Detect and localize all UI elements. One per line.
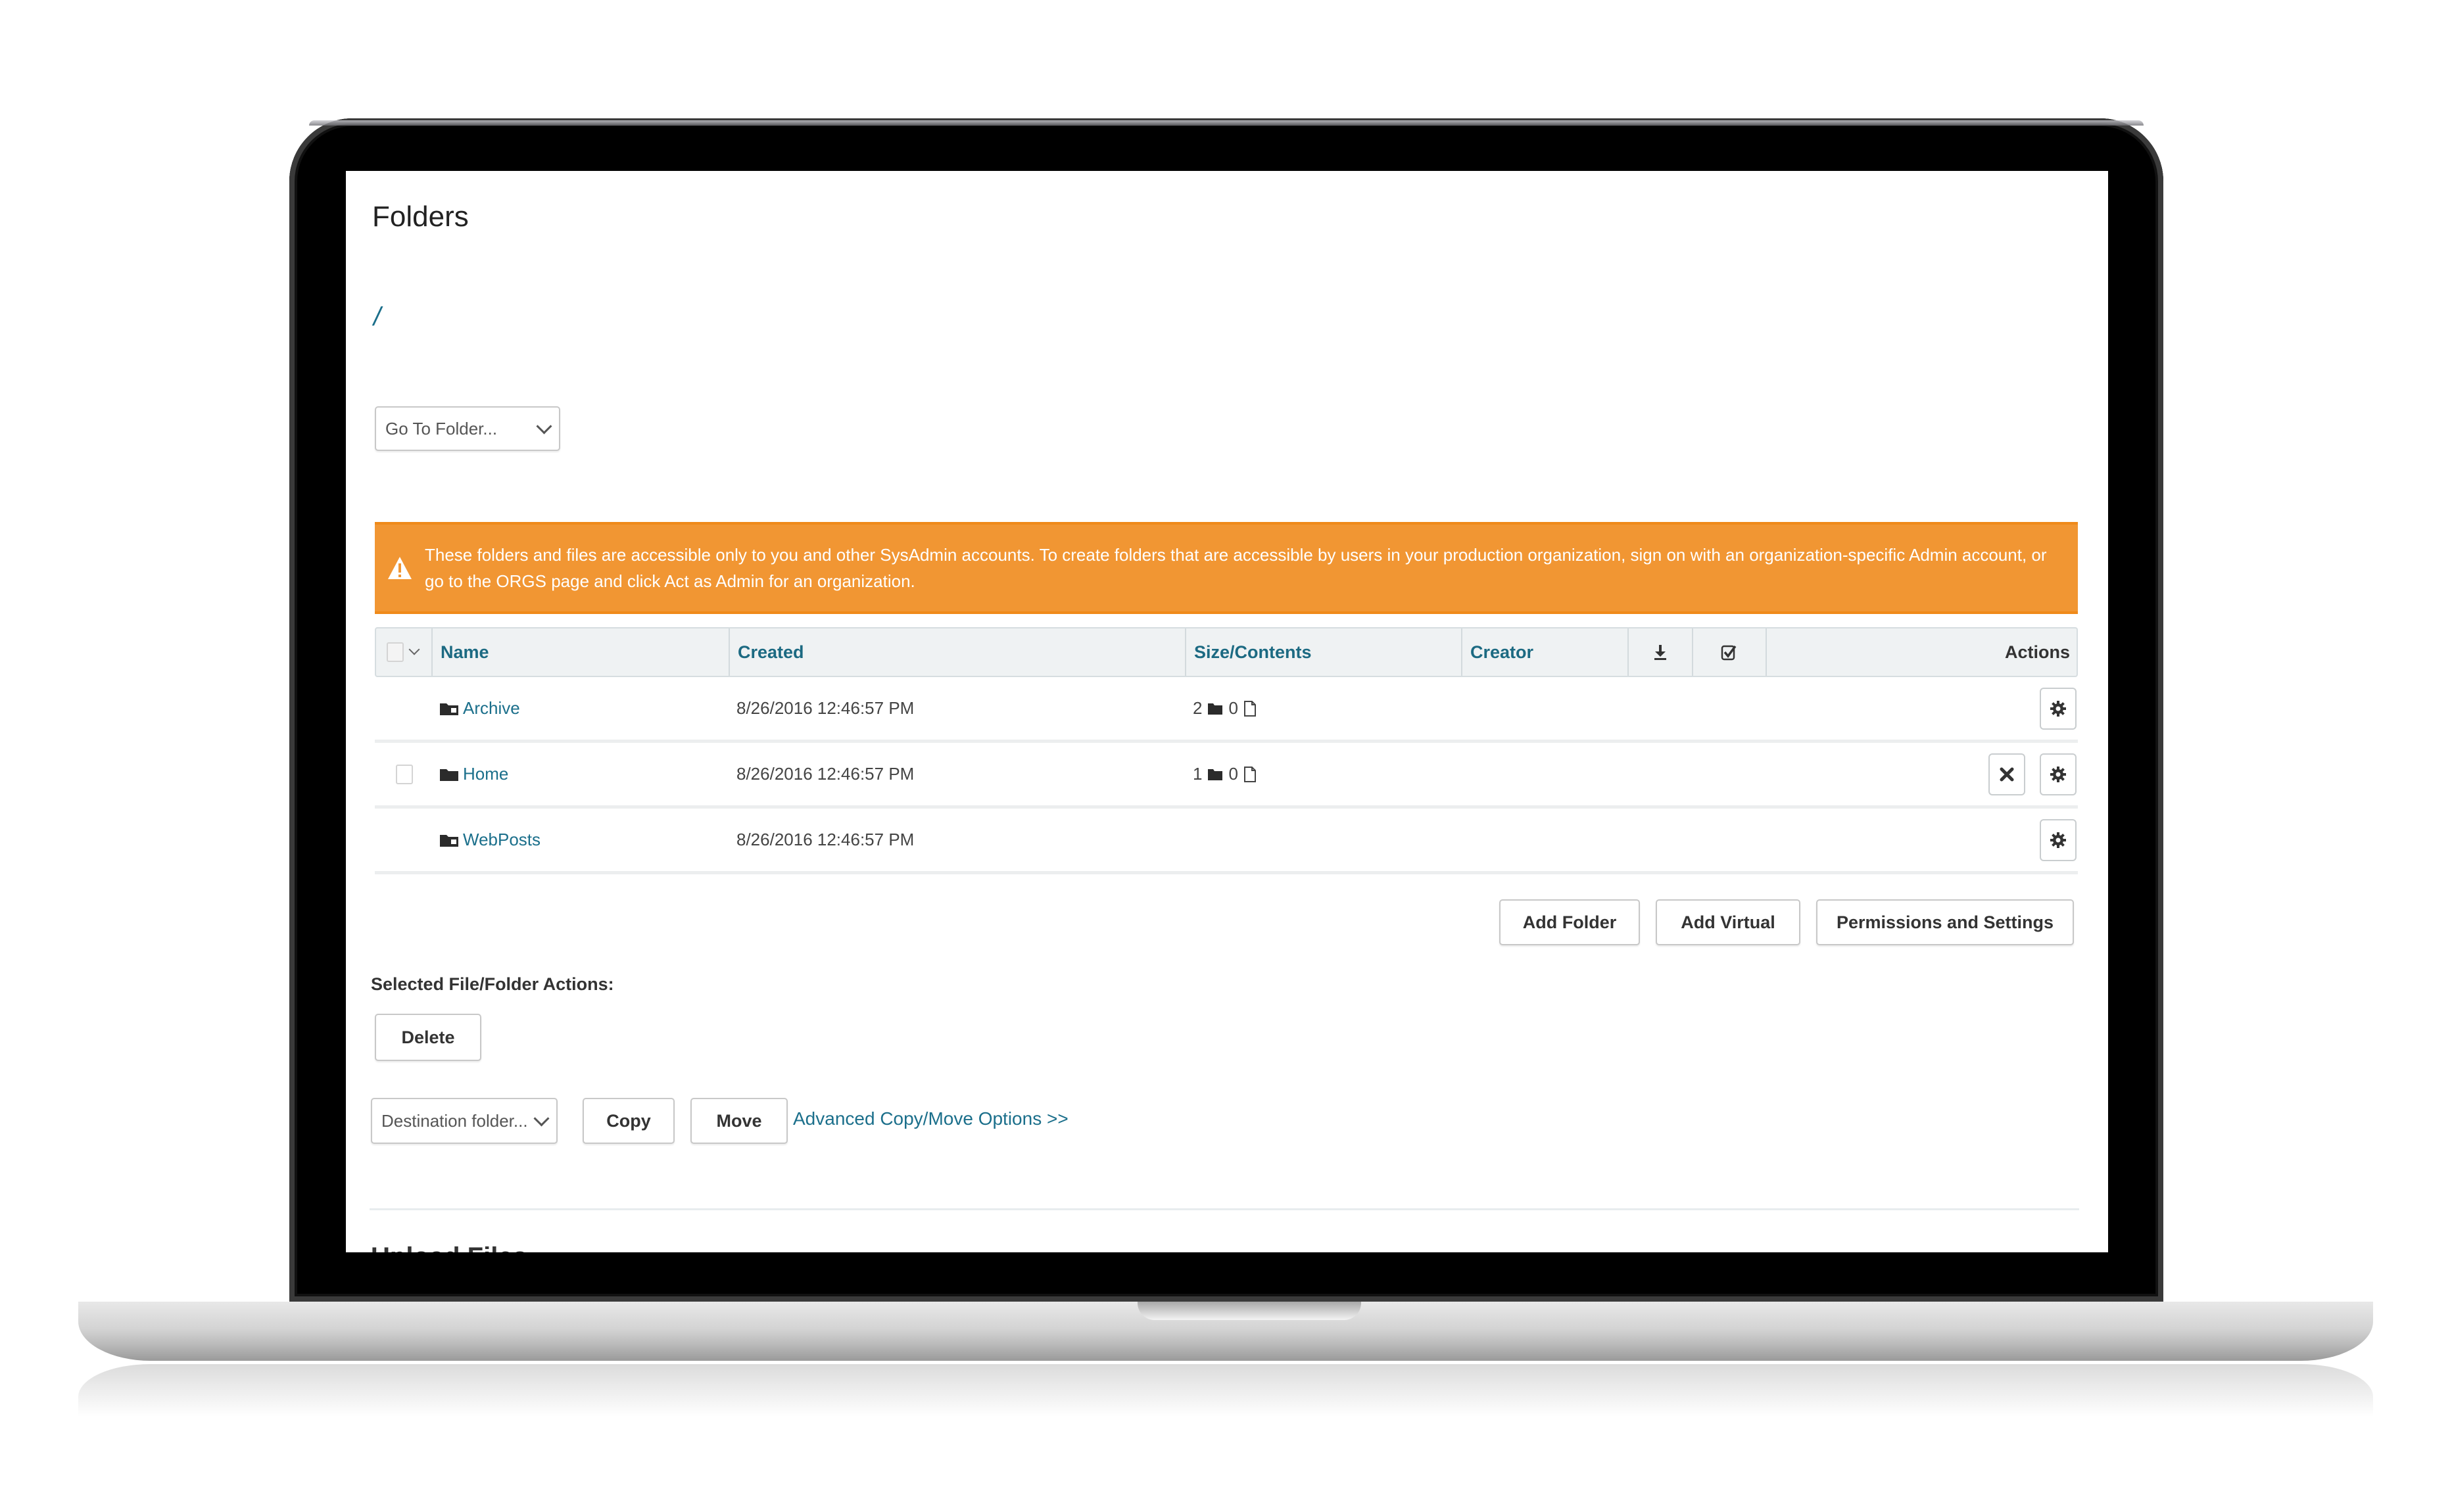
row-select-cell (375, 809, 431, 871)
warning-text: These folders and files are accessible o… (425, 545, 2047, 591)
select-all-checkbox[interactable] (387, 642, 404, 662)
destination-folder-value: Destination folder... (381, 1110, 528, 1131)
table-header: Name Created Size/Contents Creator Actio… (375, 627, 2078, 677)
settings-button[interactable] (2040, 818, 2077, 861)
row-checkbox[interactable] (396, 764, 413, 784)
column-header-select (1693, 628, 1767, 676)
permissions-settings-button[interactable]: Permissions and Settings (1816, 899, 2074, 945)
copy-button[interactable]: Copy (583, 1098, 675, 1144)
select-cell (1692, 809, 1766, 871)
sysadmin-warning-banner: These folders and files are accessible o… (375, 522, 2078, 614)
laptop-screen: Folders / Go To Folder... These folders … (346, 171, 2108, 1252)
name-cell: Home (431, 743, 729, 805)
folders-table: Name Created Size/Contents Creator Actio… (375, 627, 2078, 874)
folder-count: 1 (1193, 764, 1203, 784)
gear-icon (2050, 832, 2066, 848)
creator-cell (1461, 743, 1627, 805)
select-all-header (376, 628, 433, 676)
table-row: WebPosts 8/26/2016 12:46:57 PM (375, 809, 2078, 874)
page-title: Folders (372, 201, 469, 233)
column-header-size[interactable]: Size/Contents (1186, 628, 1462, 676)
add-folder-button[interactable]: Add Folder (1499, 899, 1640, 945)
laptop-lid-highlight (309, 120, 2144, 126)
creator-cell (1461, 677, 1627, 740)
file-icon (1243, 700, 1256, 717)
close-icon (2000, 767, 2014, 781)
folder-icon (1208, 703, 1223, 715)
virtual-folder-icon (440, 834, 458, 847)
advanced-copy-move-link[interactable]: Advanced Copy/Move Options >> (793, 1108, 1069, 1129)
select-cell (1692, 743, 1766, 805)
chevron-down-icon (533, 1110, 550, 1127)
go-to-folder-value: Go To Folder... (385, 418, 498, 438)
laptop-reflection (78, 1364, 2373, 1417)
gear-icon (2050, 766, 2066, 782)
column-header-creator[interactable]: Creator (1462, 628, 1629, 676)
folder-icon (440, 768, 458, 781)
download-cell (1627, 743, 1692, 805)
column-header-download (1629, 628, 1693, 676)
section-divider (370, 1208, 2079, 1210)
select-cell (1692, 677, 1766, 740)
checkbox-check-icon (1721, 645, 1737, 661)
table-row: Home 8/26/2016 12:46:57 PM 1 0 (375, 743, 2078, 809)
folder-link-webposts[interactable]: WebPosts (463, 830, 541, 850)
file-count: 0 (1228, 698, 1238, 718)
selected-actions-label: Selected File/Folder Actions: (371, 974, 614, 994)
created-cell: 8/26/2016 12:46:57 PM (736, 764, 915, 784)
laptop-base-notch (1138, 1302, 1361, 1320)
table-row: Archive 8/26/2016 12:46:57 PM 2 0 (375, 677, 2078, 743)
created-cell: 8/26/2016 12:46:57 PM (736, 830, 915, 849)
gear-icon (2050, 700, 2066, 717)
file-count: 0 (1228, 764, 1238, 784)
folder-count: 2 (1193, 698, 1203, 718)
name-cell: WebPosts (431, 809, 729, 871)
folder-icon (1208, 768, 1223, 780)
folder-link-archive[interactable]: Archive (463, 698, 520, 719)
destination-folder-select[interactable]: Destination folder... (371, 1098, 558, 1144)
column-header-created[interactable]: Created (730, 628, 1186, 676)
size-cell: 1 0 (1185, 743, 1461, 805)
settings-button[interactable] (2040, 687, 2077, 730)
download-icon (1654, 645, 1666, 660)
creator-cell (1461, 809, 1627, 871)
select-dropdown-chevron-icon[interactable] (408, 644, 420, 655)
file-icon (1243, 766, 1256, 782)
settings-button[interactable] (2040, 753, 2077, 795)
folder-link-home[interactable]: Home (463, 764, 508, 784)
actions-cell (1766, 809, 2078, 871)
chevron-down-icon (536, 417, 552, 435)
breadcrumb-root[interactable]: / (373, 302, 381, 332)
actions-cell (1766, 743, 2078, 805)
virtual-folder-icon (440, 703, 458, 715)
move-button[interactable]: Move (690, 1098, 788, 1144)
delete-selected-button[interactable]: Delete (375, 1014, 481, 1061)
delete-button[interactable] (1988, 753, 2025, 795)
actions-cell (1766, 677, 2078, 740)
created-cell: 8/26/2016 12:46:57 PM (736, 698, 915, 718)
download-cell (1627, 677, 1692, 740)
go-to-folder-select[interactable]: Go To Folder... (375, 406, 560, 451)
add-virtual-button[interactable]: Add Virtual (1656, 899, 1800, 945)
row-select-cell (375, 677, 431, 740)
row-select-cell (375, 743, 431, 805)
name-cell: Archive (431, 677, 729, 740)
upload-files-heading: Upload Files (371, 1242, 527, 1252)
folders-page: Folders / Go To Folder... These folders … (346, 171, 2108, 1252)
size-cell: 2 0 (1185, 677, 1461, 740)
size-cell (1185, 809, 1461, 871)
column-header-name[interactable]: Name (433, 628, 730, 676)
download-cell (1627, 809, 1692, 871)
column-header-actions: Actions (2004, 642, 2070, 662)
warning-triangle-icon (388, 557, 412, 579)
